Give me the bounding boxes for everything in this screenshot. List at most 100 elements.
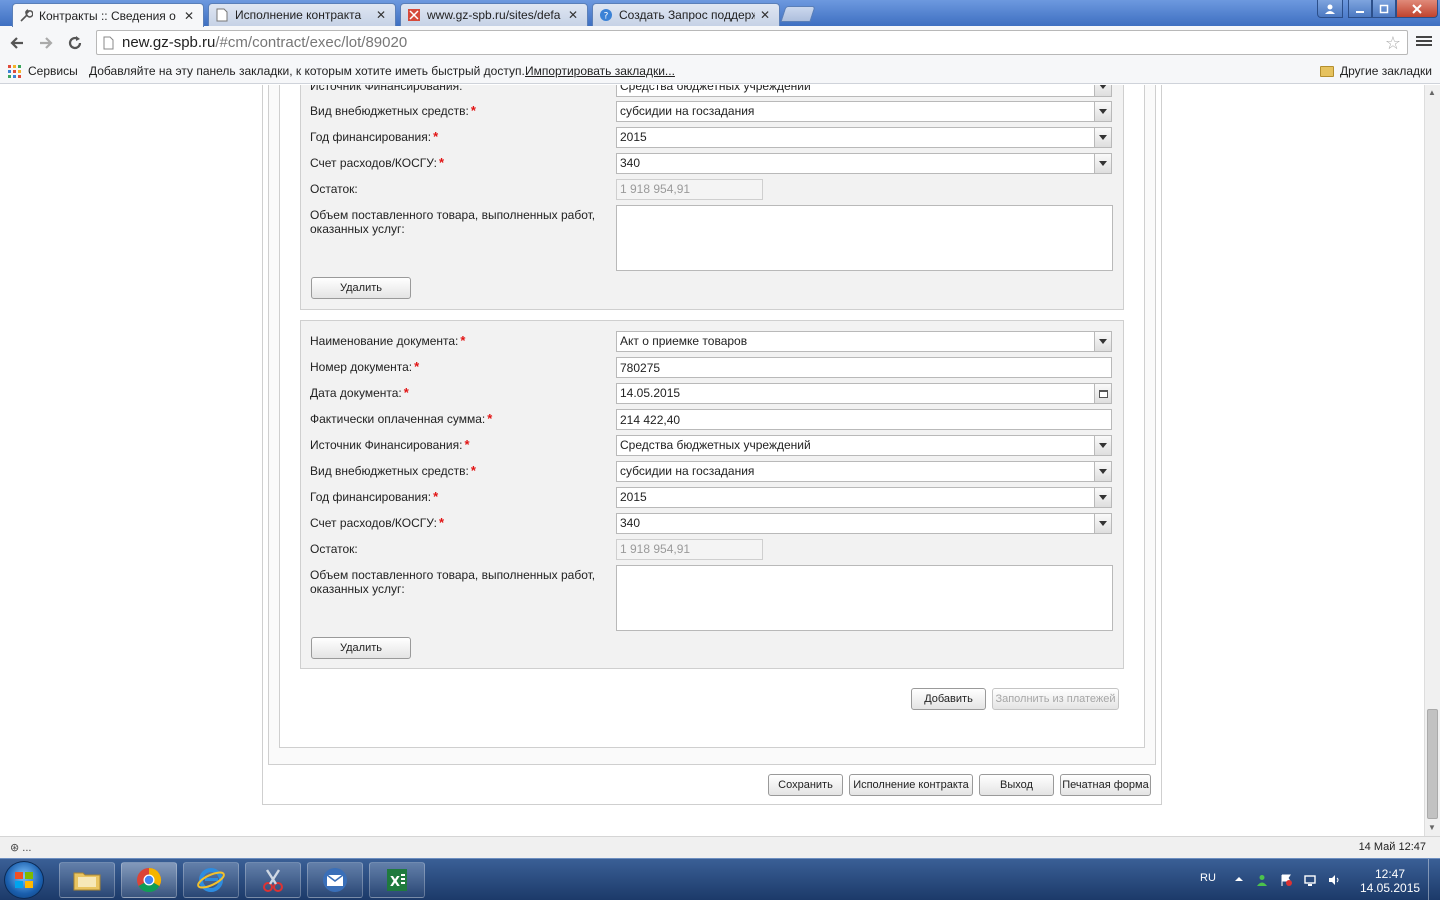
account-value: 340 xyxy=(620,156,641,170)
show-hidden-icons-icon[interactable] xyxy=(1234,874,1246,886)
doc-number-input[interactable] xyxy=(616,357,1112,378)
fund-type-select[interactable]: субсидии на госзадания xyxy=(616,101,1112,122)
show-desktop-button[interactable] xyxy=(1428,859,1438,900)
taskbar-explorer[interactable] xyxy=(59,862,115,898)
browser-tab-strip: Контракты :: Сведения о ✕ Исполнение кон… xyxy=(0,0,1440,27)
doc-name-label: Наименование документа: * xyxy=(310,333,466,349)
volume-textarea[interactable] xyxy=(616,565,1113,631)
chevron-down-icon[interactable] xyxy=(1094,85,1111,96)
import-bookmarks-link[interactable]: Импортировать закладки... xyxy=(525,64,675,78)
tab-gz-spb-sites[interactable]: www.gz-spb.ru/sites/defa ✕ xyxy=(400,3,588,26)
account-label: Счет расходов/КОСГУ: * xyxy=(310,155,445,171)
chevron-down-icon[interactable] xyxy=(1094,332,1111,351)
volume-icon[interactable] xyxy=(1328,874,1340,886)
tab-contracts[interactable]: Контракты :: Сведения о ✕ xyxy=(12,3,204,27)
clock-date: 14.05.2015 xyxy=(1360,881,1421,895)
close-icon[interactable]: ✕ xyxy=(183,9,195,23)
doc-number-label: Номер документа: * xyxy=(310,359,420,375)
system-clock[interactable]: 12:47 14.05.2015 xyxy=(1360,867,1420,895)
chevron-down-icon[interactable] xyxy=(1094,514,1111,533)
taskbar-mail-client[interactable] xyxy=(307,862,363,898)
save-button[interactable]: Сохранить xyxy=(768,774,843,796)
year-select[interactable]: 2015 xyxy=(616,487,1112,508)
user-profile-icon[interactable] xyxy=(1317,0,1343,18)
maximize-icon[interactable] xyxy=(1372,0,1396,18)
chevron-down-icon[interactable] xyxy=(1094,462,1111,481)
source-select[interactable]: Средства бюджетных учреждений xyxy=(616,85,1112,97)
fund-type-select[interactable]: субсидии на госзадания xyxy=(616,461,1112,482)
bookmark-star-icon[interactable]: ☆ xyxy=(1385,33,1401,54)
taskbar-snipping-tool[interactable] xyxy=(245,862,301,898)
print-form-button[interactable]: Печатная форма xyxy=(1060,774,1151,796)
bookmarks-hint: Добавляйте на эту панель закладки, к кот… xyxy=(89,64,525,78)
mail-icon xyxy=(323,868,347,892)
source-select[interactable]: Средства бюджетных учреждений xyxy=(616,435,1112,456)
close-icon[interactable]: ✕ xyxy=(759,8,771,22)
taskbar-excel[interactable]: X xyxy=(369,862,425,898)
bookmark-apps[interactable]: Сервисы xyxy=(28,64,78,78)
tab-support-request[interactable]: ? Создать Запрос поддерж ✕ xyxy=(592,3,780,26)
close-icon[interactable]: ✕ xyxy=(567,8,579,22)
address-bar[interactable]: new.gz-spb.ru/#cm/contract/exec/lot/8902… xyxy=(96,30,1408,55)
fill-from-payments-button[interactable]: Заполнить из платежей xyxy=(992,688,1119,710)
chrome-menu-icon[interactable] xyxy=(1416,34,1432,50)
action-center-flag-icon[interactable] xyxy=(1280,874,1292,886)
exit-button[interactable]: Выход xyxy=(979,774,1054,796)
year-label: Год финансирования: * xyxy=(310,489,439,505)
doc-date-label: Дата документа: * xyxy=(310,385,409,401)
svg-text:?: ? xyxy=(604,12,609,22)
chevron-down-icon[interactable] xyxy=(1094,154,1111,173)
excel-icon: X xyxy=(387,869,407,891)
chevron-down-icon[interactable] xyxy=(1094,488,1111,507)
other-bookmarks-label: Другие закладки xyxy=(1340,64,1432,78)
window-close-icon[interactable] xyxy=(1396,0,1438,18)
scroll-up-arrow-icon[interactable]: ▲ xyxy=(1428,88,1436,97)
delete-button[interactable]: Удалить xyxy=(311,637,411,659)
taskbar-internet-explorer[interactable] xyxy=(183,862,239,898)
folder-icon xyxy=(1320,65,1334,77)
contract-execution-button[interactable]: Исполнение контракта xyxy=(849,774,973,796)
source-value: Средства бюджетных учреждений xyxy=(620,438,811,452)
taskbar-chrome[interactable] xyxy=(121,862,177,898)
fund-type-value: субсидии на госзадания xyxy=(620,104,755,118)
add-button[interactable]: Добавить xyxy=(911,688,986,710)
windows-taskbar: X RU 12:47 14.05.2015 xyxy=(0,858,1440,900)
chevron-down-icon[interactable] xyxy=(1094,102,1111,121)
scroll-thumb[interactable] xyxy=(1427,709,1438,819)
year-label: Год финансирования: * xyxy=(310,129,439,145)
document-icon xyxy=(215,8,229,22)
account-select[interactable]: 340 xyxy=(616,153,1112,174)
apps-grid-icon[interactable] xyxy=(8,65,21,78)
user-status-icon[interactable] xyxy=(1256,874,1268,886)
page-viewport: Источник Финансирования: Средства бюджет… xyxy=(0,85,1424,836)
minimize-icon[interactable] xyxy=(1348,0,1372,18)
source-value: Средства бюджетных учреждений xyxy=(620,85,811,93)
start-button[interactable] xyxy=(4,861,44,899)
doc-date-input[interactable]: 14.05.2015 xyxy=(616,383,1112,404)
doc-name-select[interactable]: Акт о приемке товаров xyxy=(616,331,1112,352)
chevron-down-icon[interactable] xyxy=(1094,436,1111,455)
balance-field: 1 918 954,91 xyxy=(616,179,763,200)
paid-amount-input[interactable] xyxy=(616,409,1112,430)
year-select[interactable]: 2015 xyxy=(616,127,1112,148)
year-value: 2015 xyxy=(620,490,647,504)
close-icon[interactable]: ✕ xyxy=(375,8,387,22)
scroll-down-arrow-icon[interactable]: ▼ xyxy=(1428,823,1436,832)
reload-icon[interactable] xyxy=(64,32,86,54)
tab-contract-execution[interactable]: Исполнение контракта ✕ xyxy=(208,3,396,26)
chrome-icon xyxy=(137,868,162,893)
calendar-icon[interactable] xyxy=(1094,384,1111,403)
delete-button[interactable]: Удалить xyxy=(311,277,411,299)
network-icon[interactable] xyxy=(1304,874,1316,886)
forward-arrow-icon[interactable] xyxy=(35,32,57,54)
volume-textarea[interactable] xyxy=(616,205,1113,271)
doc-name-value: Акт о приемке товаров xyxy=(620,334,748,348)
language-indicator[interactable]: RU xyxy=(1200,872,1216,884)
source-label: Источник Финансирования: xyxy=(310,85,463,93)
new-tab-button[interactable] xyxy=(780,6,816,22)
account-select[interactable]: 340 xyxy=(616,513,1112,534)
page-scrollbar[interactable]: ▲ ▼ xyxy=(1424,85,1440,836)
other-bookmarks[interactable]: Другие закладки xyxy=(1320,64,1432,78)
chevron-down-icon[interactable] xyxy=(1094,128,1111,147)
back-arrow-icon[interactable] xyxy=(6,32,28,54)
